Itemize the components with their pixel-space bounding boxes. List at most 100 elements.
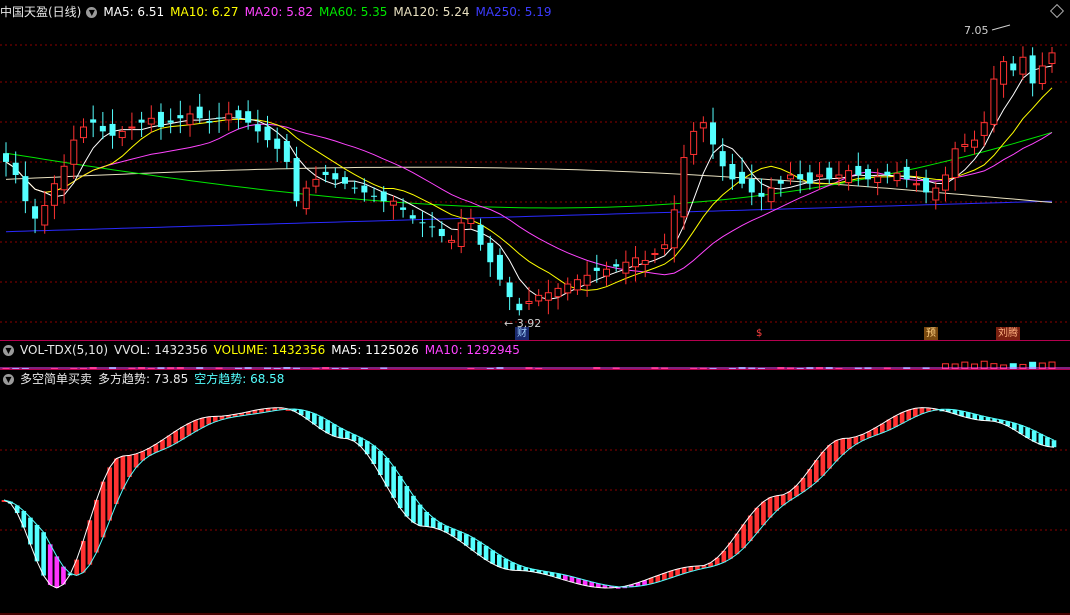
candle-up xyxy=(544,292,552,301)
candle-up xyxy=(835,174,843,179)
candle-up xyxy=(118,130,126,139)
indicator-bar xyxy=(913,408,918,417)
indicator-bar xyxy=(87,520,93,565)
candle-down xyxy=(613,264,620,267)
bear-label: 空方趋势: 68.58 xyxy=(194,372,285,386)
candle-down xyxy=(516,303,523,311)
candle-down xyxy=(264,126,271,141)
indicator-bar xyxy=(404,486,410,517)
candle-down xyxy=(341,177,348,184)
marker-yu[interactable]: 预 xyxy=(924,327,938,340)
candle-down xyxy=(777,180,784,184)
candle-up xyxy=(641,259,649,265)
candle-down xyxy=(429,226,436,228)
indicator-bar xyxy=(470,537,476,551)
candle-down xyxy=(109,123,116,136)
candle-down xyxy=(487,242,494,263)
indicator-bar xyxy=(906,409,912,421)
candle-up xyxy=(893,172,901,182)
high-price-label: 7.05 xyxy=(964,24,989,37)
candle-up xyxy=(389,200,397,206)
bear-trend-line xyxy=(3,408,1055,588)
candle-down xyxy=(593,267,600,271)
candle-down xyxy=(22,176,29,202)
candle-up xyxy=(661,244,669,250)
candle-up xyxy=(70,139,78,165)
candle-up xyxy=(573,279,581,291)
indicator-bar xyxy=(503,558,509,570)
indicator-bar xyxy=(754,507,760,534)
candle-down xyxy=(138,119,145,123)
candle-down xyxy=(90,119,97,123)
indicator-bar xyxy=(820,451,826,476)
indicator-bar xyxy=(833,440,839,462)
indicator-bar xyxy=(417,504,423,526)
candle-up xyxy=(941,174,949,191)
candle-up xyxy=(60,165,68,191)
candle-down xyxy=(806,172,813,184)
indicator-bar xyxy=(384,457,390,487)
ma5-label: MA5: 6.51 xyxy=(103,5,165,19)
bull-trend-line xyxy=(3,407,1055,589)
candle-down xyxy=(371,195,378,197)
marker-s[interactable]: $ xyxy=(754,327,764,340)
candle-up xyxy=(467,218,475,225)
indicator-panel[interactable]: ▼ 多空简单买卖 多方趋势: 73.85 空方趋势: 68.58 xyxy=(0,370,1070,615)
indicator-bar xyxy=(391,466,396,498)
candle-up xyxy=(990,78,998,125)
chevron-down-icon[interactable]: ▼ xyxy=(3,345,14,356)
indicator-bar xyxy=(193,420,198,432)
indicator-bar xyxy=(1038,433,1044,445)
candle-up xyxy=(622,261,630,274)
volume-label: VOLUME: 1432356 xyxy=(213,343,326,357)
marker-liu[interactable]: 刘腾 xyxy=(996,327,1020,340)
candle-up xyxy=(680,157,688,218)
vol-ma10-label: MA10: 1292945 xyxy=(424,343,520,357)
candle-down xyxy=(710,122,717,145)
volume-panel[interactable]: ▼ VOL-TDX(5,10) VVOL: 1432356 VOLUME: 14323… xyxy=(0,341,1070,370)
candle-down xyxy=(157,111,164,128)
indicator-bar xyxy=(199,418,205,428)
ma60-line xyxy=(5,131,1053,209)
candle-up xyxy=(602,268,610,277)
candle-up xyxy=(564,283,572,294)
indicator-bar xyxy=(827,445,832,469)
ma5-line xyxy=(5,65,1053,300)
candle-down xyxy=(196,106,203,119)
candle-up xyxy=(457,222,465,247)
candle-up xyxy=(767,187,775,203)
candle-up xyxy=(912,183,920,186)
candle-down xyxy=(332,173,339,180)
candle-down xyxy=(283,141,290,162)
indicator-bar xyxy=(1051,440,1057,448)
indicator-bar xyxy=(490,550,495,564)
candle-down xyxy=(758,192,765,197)
candle-down xyxy=(2,153,10,162)
indicator-bar xyxy=(1045,437,1050,447)
candle-up xyxy=(302,187,310,210)
candle-down xyxy=(903,166,910,180)
candle-up xyxy=(699,122,707,129)
chevron-down-icon[interactable]: ▼ xyxy=(3,374,14,385)
price-chart: 7.05← 3.92 xyxy=(0,24,1070,330)
ma60-label: MA60: 5.35 xyxy=(319,5,388,19)
price-panel[interactable]: 中国天盈(日线) ▼ MA5: 6.51 MA10: 6.27 MA20: 5.82 MA… xyxy=(0,0,1070,342)
candle-up xyxy=(525,300,533,304)
indicator-bar xyxy=(107,467,112,521)
candle-up xyxy=(961,143,969,147)
candle-up xyxy=(50,183,58,206)
indicator-bar xyxy=(747,515,753,542)
candle-down xyxy=(254,124,261,132)
indicator-bar xyxy=(477,541,482,556)
indicator-bar xyxy=(186,423,192,436)
indicator-bar xyxy=(318,416,324,430)
candle-up xyxy=(816,174,824,177)
chevron-down-icon[interactable]: ▼ xyxy=(86,7,98,18)
candle-down xyxy=(99,125,106,132)
candle-down xyxy=(923,178,930,193)
candle-down xyxy=(274,138,281,149)
indicator-bar xyxy=(179,426,185,440)
indicator-bar xyxy=(1031,430,1037,442)
indicator-bar xyxy=(411,495,416,523)
marker-cai[interactable]: 财 xyxy=(515,327,529,340)
